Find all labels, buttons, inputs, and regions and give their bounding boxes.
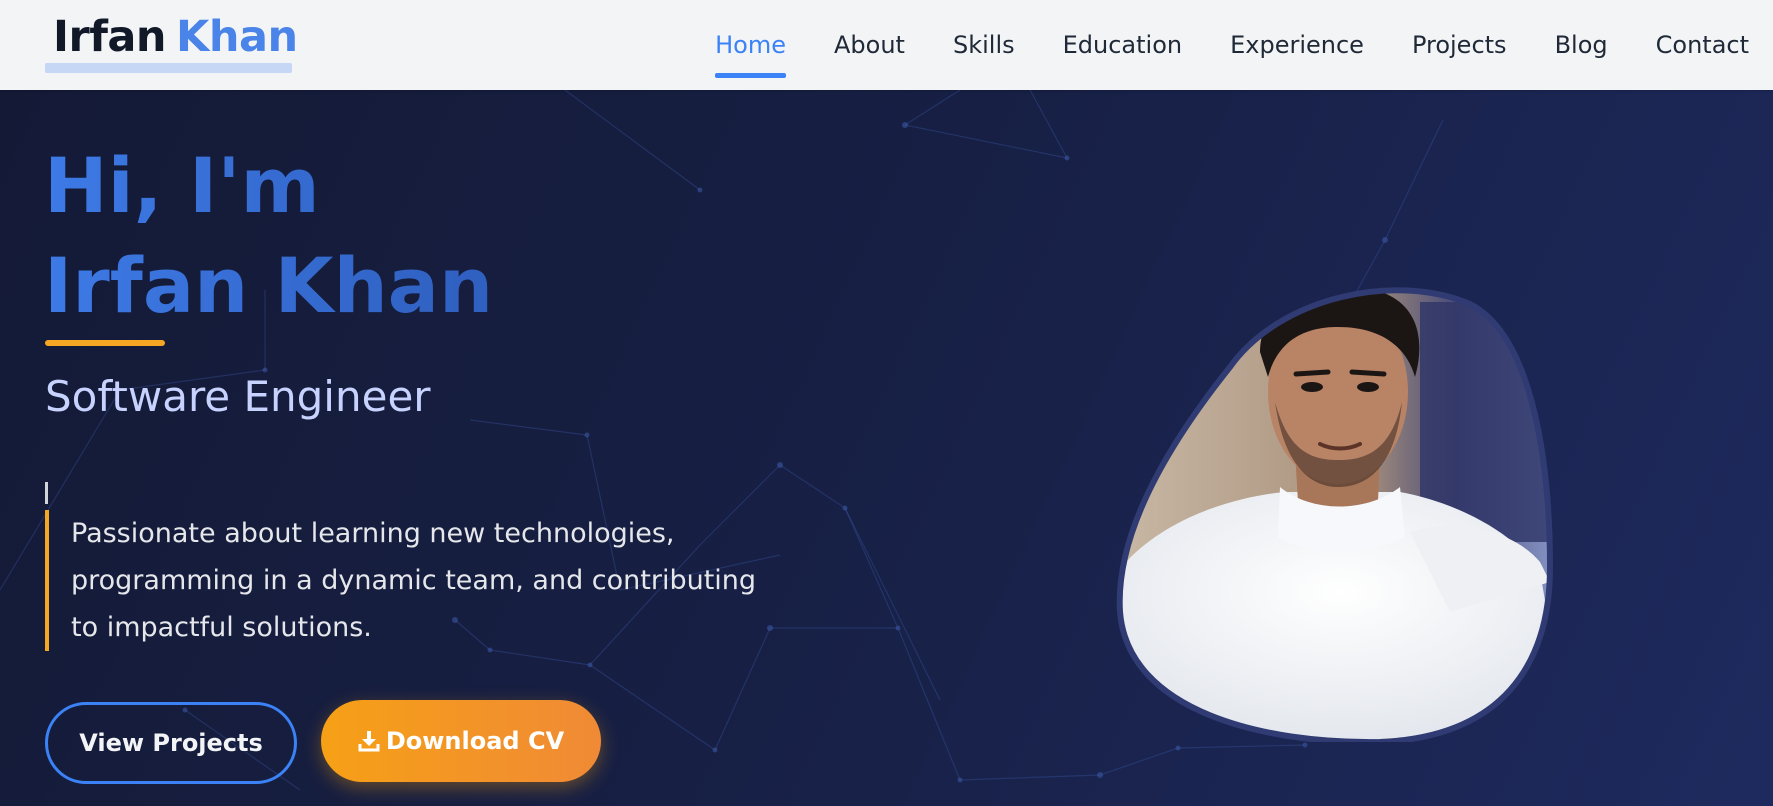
logo-last-name: Khan — [176, 12, 298, 62]
nav-link-contact[interactable]: Contact — [1656, 31, 1749, 59]
download-cv-button[interactable]: Download CV — [321, 700, 601, 782]
view-projects-button[interactable]: View Projects — [45, 702, 297, 784]
nav-link-education[interactable]: Education — [1063, 31, 1182, 59]
nav-link-experience[interactable]: Experience — [1230, 31, 1364, 59]
nav-link-blog[interactable]: Blog — [1555, 31, 1608, 59]
site-logo[interactable]: Irfan Khan — [45, 0, 306, 74]
download-cv-label: Download CV — [385, 727, 565, 755]
hero-heading: Hi, I'm Irfan Khan — [44, 136, 493, 336]
view-projects-label: View Projects — [79, 729, 263, 757]
hero-section: Hi, I'm Irfan Khan Software Engineer Pas… — [0, 90, 1773, 806]
nav-links: Home About Skills Education Experience P… — [667, 0, 1749, 90]
nav-link-skills[interactable]: Skills — [953, 31, 1015, 59]
greeting-line-1: Hi, I'm — [44, 141, 320, 230]
nav-link-about[interactable]: About — [834, 31, 905, 59]
nav-link-projects[interactable]: Projects — [1412, 31, 1507, 59]
navbar: Irfan Khan Home About Skills Education Ex… — [0, 0, 1773, 90]
logo-first-name: Irfan — [53, 12, 167, 62]
role-title: Software Engineer — [45, 372, 431, 421]
nav-link-home[interactable]: Home — [715, 31, 786, 78]
hero-tagline: Passionate about learning new technologi… — [45, 510, 765, 651]
profile-photo — [1116, 287, 1554, 742]
heading-accent-bar — [45, 340, 165, 346]
typing-cursor — [45, 482, 48, 504]
download-icon — [358, 730, 380, 752]
greeting-line-2: Irfan Khan — [44, 241, 494, 330]
